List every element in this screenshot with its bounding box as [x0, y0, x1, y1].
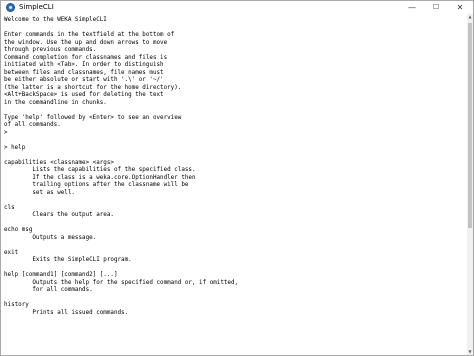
- weka-bird-icon: [6, 3, 15, 12]
- simplecli-window: SimpleCLI — ☐ ✕ Welcome to the WEKA Simp…: [0, 0, 474, 356]
- console-output-text: Welcome to the WEKA SimpleCLI Enter comm…: [4, 17, 239, 316]
- maximize-button[interactable]: ☐: [424, 1, 448, 14]
- scroll-down-arrow-icon[interactable]: ▼: [467, 349, 473, 355]
- minimize-button[interactable]: —: [400, 1, 424, 14]
- window-title: SimpleCLI: [19, 3, 54, 11]
- title-bar[interactable]: SimpleCLI — ☐ ✕: [1, 1, 473, 14]
- vertical-scrollbar[interactable]: ▲ ▼: [467, 14, 473, 355]
- output-area[interactable]: Welcome to the WEKA SimpleCLI Enter comm…: [1, 14, 467, 355]
- close-button[interactable]: ✕: [448, 1, 472, 14]
- scroll-up-arrow-icon[interactable]: ▲: [467, 14, 473, 20]
- scrollbar-thumb[interactable]: [468, 23, 472, 228]
